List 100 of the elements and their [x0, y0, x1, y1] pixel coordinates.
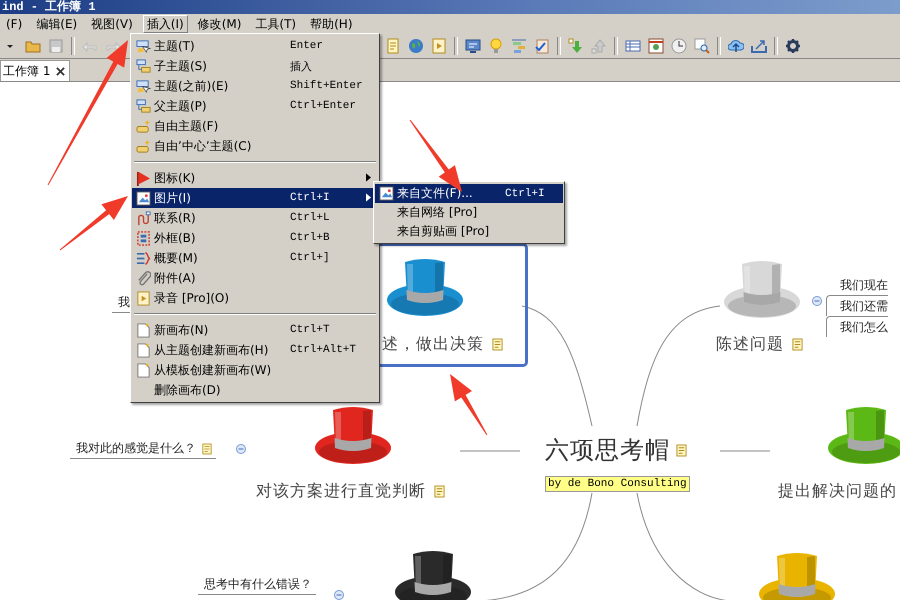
menu-item[interactable]: 父主题(P) Ctrl+Enter: [132, 96, 378, 116]
export-icon[interactable]: [751, 38, 767, 54]
shortcut-label: Ctrl+T: [290, 324, 330, 336]
shortcut-label: 插入: [290, 60, 312, 74]
play-icon[interactable]: [431, 38, 447, 54]
window-title: ind - 工作簿 1: [1, 0, 96, 14]
menu-item-label: 来自剪贴画 [Pro]: [397, 223, 490, 240]
subtopic-label[interactable]: 我对此的感觉是什么？: [76, 440, 196, 457]
menu-item[interactable]: 来自网络 [Pro]: [375, 203, 563, 222]
shortcut-label: Enter: [290, 40, 324, 52]
close-icon[interactable]: [56, 66, 66, 76]
menu-item-label: 子主题(S): [154, 58, 208, 74]
note-icon[interactable]: [676, 444, 687, 456]
clock-icon[interactable]: [671, 38, 687, 54]
menu-item-label: 图片(I): [154, 190, 192, 206]
light-bulb-icon[interactable]: [488, 38, 504, 54]
subtitle-label: by de Bono Consulting: [545, 476, 690, 492]
flag-icon: [136, 170, 150, 186]
note-icon[interactable]: [434, 485, 445, 498]
picture-icon: [136, 190, 150, 206]
menu-item[interactable]: 概要(M) Ctrl+]: [132, 248, 378, 268]
menu-item[interactable]: 新画布(N) Ctrl+T: [132, 320, 378, 340]
menu-item[interactable]: (F): [2, 14, 26, 32]
subtopic-label[interactable]: 我们怎么: [840, 318, 888, 336]
collapse-icon[interactable]: [812, 296, 822, 306]
menu-item-label: 从主题创建新画布(H): [154, 342, 270, 358]
menu-item[interactable]: 自由’中心’主题(C): [132, 136, 378, 156]
relationship-icon: [136, 210, 150, 226]
menu-item-label: 来自文件(F)...: [397, 185, 474, 202]
topic-icon: [136, 38, 150, 54]
shortcut-label: Ctrl+L: [290, 212, 330, 224]
central-topic-title: 六项思考帽: [545, 435, 670, 466]
shortcut-label: Ctrl+I: [505, 188, 545, 200]
brace-icon: [136, 250, 150, 266]
menu-item[interactable]: 主题(T) Enter: [132, 36, 378, 56]
topic-icon: [136, 78, 150, 94]
menu-item[interactable]: 帮助(H): [306, 14, 357, 32]
menu-item[interactable]: 子主题(S) 插入: [132, 56, 378, 76]
shortcut-label: Ctrl+I: [290, 192, 330, 204]
menu-item-label: 来自网络 [Pro]: [397, 204, 478, 221]
bars-icon[interactable]: [511, 38, 527, 54]
central-topic[interactable]: 六项思考帽 by de Bono Consulting: [545, 434, 690, 492]
menu-item[interactable]: 来自剪贴画 [Pro]: [375, 222, 563, 241]
menu-item[interactable]: 录音 [Pro](O): [132, 288, 378, 308]
menu-item[interactable]: 编辑(E): [32, 14, 82, 32]
menu-item[interactable]: 修改(M): [194, 14, 246, 32]
menu-item[interactable]: 附件(A): [132, 268, 378, 288]
menu-item[interactable]: 主题(之前)(E) Shift+Enter: [132, 76, 378, 96]
topic-label[interactable]: 对该方案进行直觉判断: [256, 481, 426, 502]
menu-item-label: 父主题(P): [154, 98, 208, 114]
menu-item[interactable]: 插入(I): [142, 14, 188, 32]
submenu-arrow-icon: [366, 173, 371, 182]
chart-icon[interactable]: [648, 38, 664, 54]
save-icon[interactable]: [48, 38, 64, 54]
subtopic-label[interactable]: 我们现在: [840, 276, 888, 294]
menu-item[interactable]: 图标(K): [132, 168, 378, 188]
play-icon: [136, 290, 150, 306]
note-icon[interactable]: [202, 442, 212, 454]
collapse-icon[interactable]: [334, 590, 344, 600]
editor-tab[interactable]: 工作簿 1: [0, 60, 70, 81]
picture-icon: [378, 186, 394, 201]
menu-item[interactable]: 视图(V): [87, 14, 137, 32]
boundary-icon: [136, 230, 150, 246]
note-icon[interactable]: [792, 338, 803, 351]
subtopic-label[interactable]: 我们还需: [840, 298, 888, 314]
menu-item-label: 联系(R): [154, 210, 197, 226]
clipboard-icon[interactable]: [534, 38, 550, 54]
menu-item-label: 新画布(N): [154, 322, 210, 338]
table-icon[interactable]: [625, 38, 641, 54]
menu-item-label: 图标(K): [154, 170, 196, 186]
topic-label[interactable]: 述，做出决策: [382, 334, 484, 355]
connector-line: [720, 450, 770, 452]
table-search-icon[interactable]: [694, 38, 710, 54]
note-icon[interactable]: [385, 38, 401, 54]
note-icon[interactable]: [492, 338, 503, 351]
menu-item[interactable]: 来自文件(F)... Ctrl+I: [375, 184, 563, 203]
subtopic-icon: [136, 58, 150, 74]
menu-item[interactable]: 外框(B) Ctrl+B: [132, 228, 378, 248]
menu-item[interactable]: 从模板创建新画布(W): [132, 360, 378, 380]
topic-label[interactable]: 提出解决问题的: [778, 481, 897, 502]
menu-item[interactable]: 联系(R) Ctrl+L: [132, 208, 378, 228]
monitor-icon[interactable]: [465, 38, 481, 54]
menu-item[interactable]: 从主题创建新画布(H) Ctrl+Alt+T: [132, 340, 378, 360]
down-arrow-icon[interactable]: [568, 38, 584, 54]
subtopic-label[interactable]: 我: [118, 294, 130, 311]
menu-item-label: 录音 [Pro](O): [154, 290, 230, 306]
menu-item[interactable]: 自由主题(F): [132, 116, 378, 136]
menu-item[interactable]: 工具(T): [251, 14, 300, 32]
menu-item-label: 外框(B): [154, 230, 197, 246]
menu-item[interactable]: 删除画布(D): [132, 380, 378, 400]
globe-icon[interactable]: [408, 38, 424, 54]
topic-label[interactable]: 陈述问题: [716, 334, 784, 355]
shortcut-label: Shift+Enter: [290, 80, 363, 92]
settings-icon[interactable]: [785, 38, 801, 54]
cloud-upload-icon[interactable]: [728, 38, 744, 54]
subtopic-label[interactable]: 思考中有什么错误？: [204, 576, 312, 593]
menu-item-label: 删除画布(D): [154, 382, 222, 398]
menu-item-label: 主题(T): [154, 38, 196, 54]
collapse-icon[interactable]: [236, 444, 246, 454]
floating-topic-icon: [136, 118, 150, 134]
